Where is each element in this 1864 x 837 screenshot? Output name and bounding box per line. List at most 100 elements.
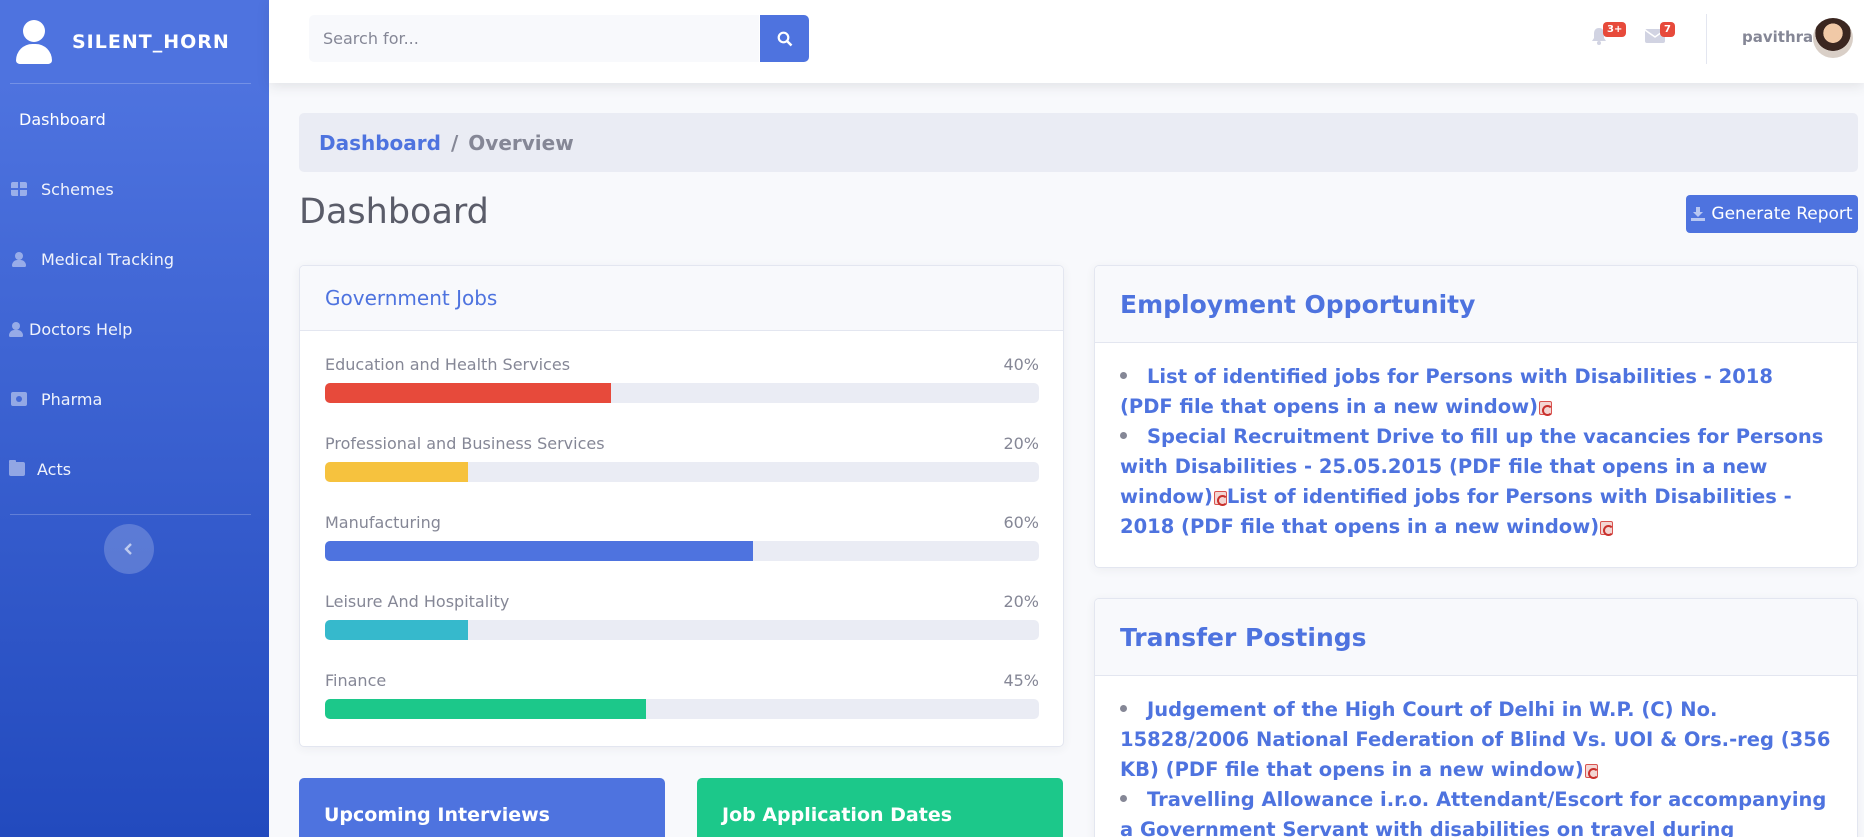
pdf-icon xyxy=(1600,520,1615,536)
card-header: Employment Opportunity xyxy=(1095,266,1857,343)
progress-label: Finance xyxy=(325,671,387,690)
progress-row: Professional and Business Services 20% xyxy=(325,434,1039,482)
sidebar-item-doctors-help[interactable]: Doctors Help xyxy=(0,294,269,364)
download-icon xyxy=(1691,207,1706,221)
pdf-icon xyxy=(1213,490,1228,506)
list-item: List of identified jobs for Persons with… xyxy=(1120,362,1832,422)
sidebar-item-label: Dashboard xyxy=(19,109,106,129)
progress-row: Manufacturing 60% xyxy=(325,513,1039,561)
topbar: 3+ 7 pavithra xyxy=(269,0,1864,83)
medkit-icon xyxy=(11,392,27,406)
page-title: Dashboard xyxy=(299,192,489,232)
bullet xyxy=(1120,795,1127,802)
user-name[interactable]: pavithra xyxy=(1742,28,1813,46)
breadcrumb-active-overview: Overview xyxy=(468,130,574,155)
breadcrumb-separator: / xyxy=(450,130,459,155)
generate-report-label: Generate Report xyxy=(1711,204,1853,224)
sidebar-item-dashboard[interactable]: Dashboard xyxy=(0,84,269,154)
alerts-dropdown[interactable]: 3+ xyxy=(1589,22,1627,52)
progress-bar xyxy=(325,383,1039,403)
table-icon xyxy=(11,182,27,196)
card-title: Government Jobs xyxy=(325,286,498,310)
sidebar-toggle-button[interactable] xyxy=(104,524,154,574)
list-item: Judgement of the High Court of Delhi in … xyxy=(1120,695,1832,785)
government-jobs-card: Government Jobs Education and Health Ser… xyxy=(299,265,1064,747)
employment-opportunity-card: Employment Opportunity List of identifie… xyxy=(1094,265,1858,568)
progress-bar xyxy=(325,462,1039,482)
bullet xyxy=(1120,372,1127,379)
progress-percent: 20% xyxy=(1003,434,1039,453)
messages-count-badge: 7 xyxy=(1660,22,1675,37)
sidebar-item-medical-tracking[interactable]: Medical Tracking xyxy=(0,224,269,294)
search-group xyxy=(309,15,809,62)
alerts-count-badge: 3+ xyxy=(1603,22,1627,37)
sidebar: SILENT_HORN Dashboard Schemes Medical Tr… xyxy=(0,0,269,837)
progress-label-row: Education and Health Services 40% xyxy=(325,355,1039,374)
card-header: Transfer Postings xyxy=(1095,599,1857,676)
sidebar-item-label: Pharma xyxy=(41,389,103,409)
progress-percent: 45% xyxy=(1003,671,1039,690)
sidebar-item-label: Acts xyxy=(37,459,72,479)
progress-bar-fill xyxy=(325,620,468,640)
card-title: Upcoming Interviews xyxy=(324,804,550,826)
progress-label-row: Finance 45% xyxy=(325,671,1039,690)
progress-bar-fill xyxy=(325,541,754,561)
progress-label: Professional and Business Services xyxy=(325,434,605,453)
breadcrumb-link-dashboard[interactable]: Dashboard xyxy=(319,131,441,155)
avatar[interactable] xyxy=(1813,18,1853,58)
search-button[interactable] xyxy=(760,15,809,62)
sidebar-item-label: Medical Tracking xyxy=(41,249,174,269)
employment-link[interactable]: List of identified jobs for Persons with… xyxy=(1120,365,1773,418)
progress-label: Leisure And Hospitality xyxy=(325,592,510,611)
progress-label: Manufacturing xyxy=(325,513,441,532)
progress-bar-fill xyxy=(325,699,647,719)
folder-icon xyxy=(9,460,25,476)
user-doctor-icon xyxy=(8,322,24,337)
pdf-icon xyxy=(1584,763,1599,779)
card-title: Employment Opportunity xyxy=(1120,289,1476,319)
progress-bar xyxy=(325,620,1039,640)
sidebar-item-schemes[interactable]: Schemes xyxy=(0,154,269,224)
transfer-link[interactable]: Judgement of the High Court of Delhi in … xyxy=(1120,698,1830,781)
pdf-icon xyxy=(1539,400,1554,416)
sidebar-item-label: Schemes xyxy=(41,179,114,199)
transfer-link-list: Judgement of the High Court of Delhi in … xyxy=(1095,676,1857,837)
progress-bar xyxy=(325,699,1039,719)
chevron-left-icon xyxy=(124,543,132,555)
generate-report-button[interactable]: Generate Report xyxy=(1686,195,1858,233)
search-icon xyxy=(777,31,792,46)
progress-label-row: Professional and Business Services 20% xyxy=(325,434,1039,453)
progress-label-row: Manufacturing 60% xyxy=(325,513,1039,532)
list-item: Special Recruitment Drive to fill up the… xyxy=(1120,422,1832,542)
progress-bar-fill xyxy=(325,383,611,403)
job-application-dates-card[interactable]: Job Application Dates xyxy=(697,778,1063,837)
sidebar-item-pharma[interactable]: Pharma xyxy=(0,364,269,434)
progress-percent: 40% xyxy=(1003,355,1039,374)
upcoming-interviews-card[interactable]: Upcoming Interviews xyxy=(299,778,665,837)
sidebar-brand[interactable]: SILENT_HORN xyxy=(0,0,269,83)
sidebar-item-label: Doctors Help xyxy=(29,319,133,339)
search-input[interactable] xyxy=(309,15,759,62)
messages-dropdown[interactable]: 7 xyxy=(1644,22,1675,52)
transfer-link[interactable]: Travelling Allowance i.r.o. Attendant/Es… xyxy=(1120,788,1826,837)
progress-label-row: Leisure And Hospitality 20% xyxy=(325,592,1039,611)
card-header: Government Jobs xyxy=(300,266,1063,331)
progress-label: Education and Health Services xyxy=(325,355,571,374)
bullet xyxy=(1120,432,1127,439)
progress-row: Leisure And Hospitality 20% xyxy=(325,592,1039,640)
topbar-divider xyxy=(1706,14,1707,64)
progress-row: Education and Health Services 40% xyxy=(325,355,1039,403)
progress-bar-fill xyxy=(325,462,468,482)
user-icon xyxy=(14,19,54,64)
progress-percent: 60% xyxy=(1003,513,1039,532)
bullet xyxy=(1120,705,1127,712)
sidebar-item-acts[interactable]: Acts xyxy=(0,434,269,504)
card-title: Transfer Postings xyxy=(1120,622,1367,652)
user-icon xyxy=(11,252,27,267)
card-title: Job Application Dates xyxy=(722,804,953,826)
progress-row: Finance 45% xyxy=(325,671,1039,719)
progress-percent: 20% xyxy=(1003,592,1039,611)
sidebar-divider xyxy=(10,514,251,515)
transfer-postings-card: Transfer Postings Judgement of the High … xyxy=(1094,598,1858,837)
list-item: Travelling Allowance i.r.o. Attendant/Es… xyxy=(1120,785,1832,837)
